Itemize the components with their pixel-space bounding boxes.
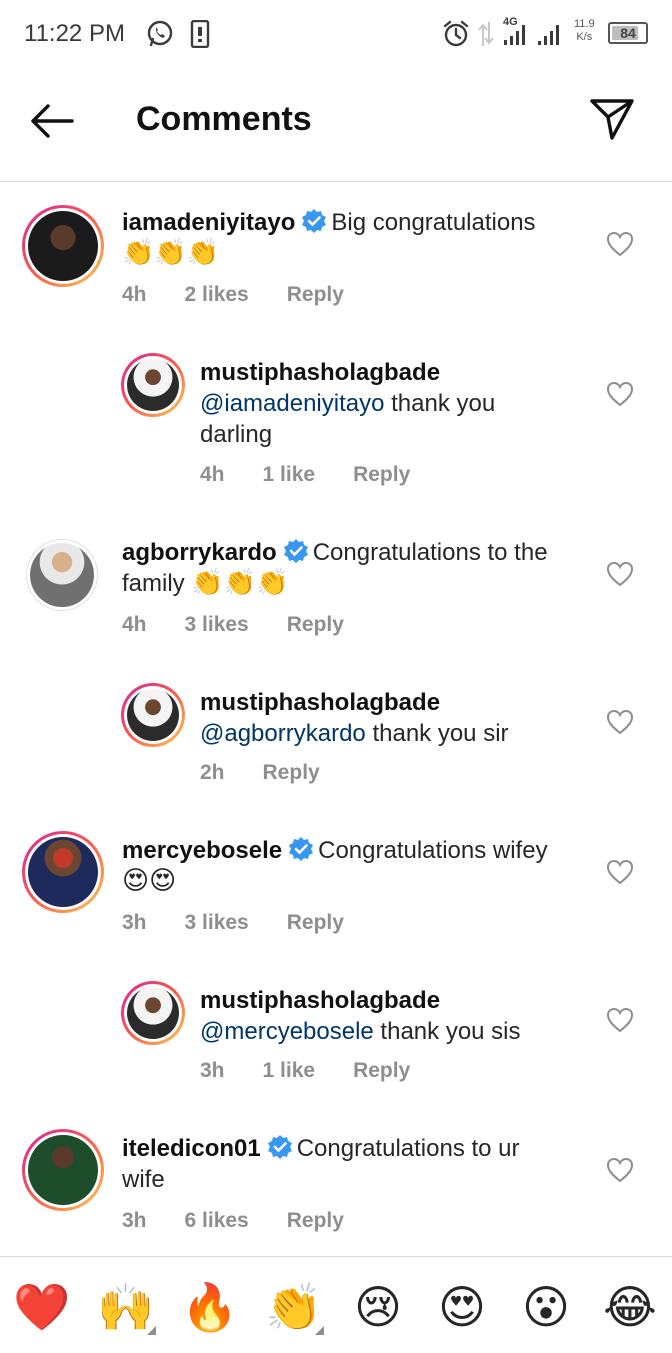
comment-username[interactable]: mustiphasholagbade bbox=[200, 689, 440, 716]
comment-likes[interactable]: 3 likes bbox=[185, 911, 249, 935]
heart-icon[interactable] bbox=[606, 231, 634, 257]
alarm-icon bbox=[443, 20, 469, 47]
heart-icon[interactable] bbox=[606, 1007, 634, 1033]
signal-icon bbox=[504, 25, 525, 45]
direct-send-icon[interactable] bbox=[588, 96, 636, 142]
fire-emoji-button[interactable]: 🔥 bbox=[180, 1277, 240, 1337]
comment-time: 2h bbox=[200, 761, 225, 784]
verified-badge-icon bbox=[289, 837, 314, 861]
whatsapp-icon bbox=[147, 20, 173, 47]
comment-username[interactable]: agborrykardo bbox=[122, 539, 277, 566]
variant-corner-indicator bbox=[147, 1326, 156, 1335]
clapping-hands-emoji-button[interactable]: 👏 bbox=[264, 1277, 324, 1337]
heart-eyes-emoji: 😍😍 bbox=[122, 865, 177, 895]
comment-username[interactable]: mustiphasholagbade bbox=[200, 359, 440, 386]
red-heart-emoji-button[interactable]: ❤️ bbox=[12, 1277, 72, 1337]
variant-corner-indicator bbox=[315, 1326, 324, 1335]
comment-time: 4h bbox=[122, 283, 147, 306]
comment-meta: 4h 1 like Reply bbox=[200, 463, 448, 487]
reply-button[interactable]: Reply bbox=[263, 761, 320, 785]
comment-username[interactable]: mercyebosele bbox=[122, 837, 282, 864]
avatar[interactable] bbox=[121, 683, 185, 747]
reply-button[interactable]: Reply bbox=[287, 283, 344, 307]
comment-text: mustiphasholagbade @mercyebosele thank yo… bbox=[200, 985, 560, 1047]
heart-icon[interactable] bbox=[606, 1157, 634, 1183]
heart-icon[interactable] bbox=[606, 709, 634, 735]
comment-text: iteledicon01 Congratulations to ur wife bbox=[122, 1133, 560, 1195]
surprised-face-emoji-button[interactable]: 😮 bbox=[516, 1277, 576, 1337]
mention-link[interactable]: @iamadeniyitayo bbox=[200, 390, 384, 417]
comments-list: iamadeniyitayo Big congratulations 👏👏👏 4h … bbox=[0, 183, 672, 1255]
comment-body: Big congratulations bbox=[331, 209, 536, 236]
comment-text: mustiphasholagbade @agborrykardo thank yo… bbox=[200, 687, 560, 749]
comment-likes[interactable]: 1 like bbox=[263, 1059, 316, 1083]
comment-body: thank you sir bbox=[365, 720, 509, 747]
reply-button[interactable]: Reply bbox=[287, 1209, 344, 1233]
battery-level: 84 bbox=[620, 25, 636, 41]
comment-username[interactable]: iamadeniyitayo bbox=[122, 209, 295, 236]
comment-meta: 4h 3 likes Reply bbox=[122, 613, 382, 637]
avatar[interactable] bbox=[121, 981, 185, 1045]
page-title: Comments bbox=[136, 100, 312, 138]
verified-badge-icon bbox=[302, 209, 327, 233]
comment-text: iamadeniyitayo Big congratulations 👏👏👏 bbox=[122, 207, 560, 269]
comment-time: 3h bbox=[200, 1059, 225, 1082]
comment-likes[interactable]: 3 likes bbox=[185, 613, 249, 637]
heart-icon[interactable] bbox=[606, 859, 634, 885]
mention-link[interactable]: @mercyebosele bbox=[200, 1018, 374, 1045]
clapping-hands-emoji: 👏👏👏 bbox=[122, 237, 220, 267]
comment-text: mercyebosele Congratulations wifey 😍😍 bbox=[122, 835, 560, 897]
status-bar: 11:22 PM 4G 11.9 K/s 84 bbox=[0, 0, 672, 70]
network-speed: 11.9 K/s bbox=[574, 18, 595, 43]
avatar[interactable] bbox=[22, 1129, 104, 1211]
raising-hands-emoji-button[interactable]: 🙌 bbox=[96, 1277, 156, 1337]
comment-username[interactable]: iteledicon01 bbox=[122, 1135, 261, 1162]
comment-time: 4h bbox=[200, 463, 225, 486]
heart-icon[interactable] bbox=[606, 381, 634, 407]
battery-indicator: 84 bbox=[608, 22, 648, 44]
avatar[interactable] bbox=[26, 539, 98, 611]
comment-meta: 4h 2 likes Reply bbox=[122, 283, 382, 307]
comment-time: 3h bbox=[122, 911, 147, 934]
comment-likes[interactable]: 2 likes bbox=[185, 283, 249, 307]
comment-likes[interactable]: 6 likes bbox=[185, 1209, 249, 1233]
comment-meta: 3h 3 likes Reply bbox=[122, 911, 382, 935]
heart-icon[interactable] bbox=[606, 561, 634, 587]
comment-meta: 2h Reply bbox=[200, 761, 358, 785]
reply-button[interactable]: Reply bbox=[287, 613, 344, 637]
heart-eyes-emoji-button[interactable]: 😍 bbox=[432, 1277, 492, 1337]
tears-of-joy-emoji-button[interactable]: 😂 bbox=[600, 1277, 660, 1337]
comment-body: Congratulations wifey bbox=[318, 837, 548, 864]
crying-face-emoji-button[interactable]: 😢 bbox=[348, 1277, 408, 1337]
avatar[interactable] bbox=[121, 353, 185, 417]
verified-badge-icon bbox=[283, 539, 308, 563]
avatar[interactable] bbox=[22, 831, 104, 913]
reply-button[interactable]: Reply bbox=[287, 911, 344, 935]
reply-button[interactable]: Reply bbox=[353, 463, 410, 487]
header: Comments bbox=[0, 70, 672, 182]
comment-meta: 3h 1 like Reply bbox=[200, 1059, 448, 1083]
comment-text: mustiphasholagbade @iamadeniyitayo thank … bbox=[200, 357, 560, 450]
signal-icon-2 bbox=[538, 25, 559, 45]
comment-likes[interactable]: 1 like bbox=[263, 463, 316, 487]
back-arrow-icon[interactable] bbox=[28, 100, 76, 142]
comment-time: 3h bbox=[122, 1209, 147, 1232]
verified-badge-icon bbox=[267, 1135, 292, 1159]
comment-time: 4h bbox=[122, 613, 147, 636]
comment-body: thank you sis bbox=[373, 1018, 521, 1045]
comment-username[interactable]: mustiphasholagbade bbox=[200, 987, 440, 1014]
data-arrows-icon bbox=[478, 22, 494, 46]
clapping-hands-emoji: 👏👏👏 bbox=[191, 567, 289, 597]
status-time: 11:22 PM bbox=[24, 20, 125, 47]
comment-text: agborrykardo Congratulations to the famil… bbox=[122, 537, 560, 599]
reply-button[interactable]: Reply bbox=[353, 1059, 410, 1083]
emoji-reaction-bar: ❤️ 🙌 🔥 👏 😢 😍 😮 😂 bbox=[0, 1256, 672, 1353]
phone-vibrate-icon bbox=[190, 20, 210, 48]
avatar[interactable] bbox=[22, 205, 104, 287]
mention-link[interactable]: @agborrykardo bbox=[200, 720, 366, 747]
comment-meta: 3h 6 likes Reply bbox=[122, 1209, 382, 1233]
